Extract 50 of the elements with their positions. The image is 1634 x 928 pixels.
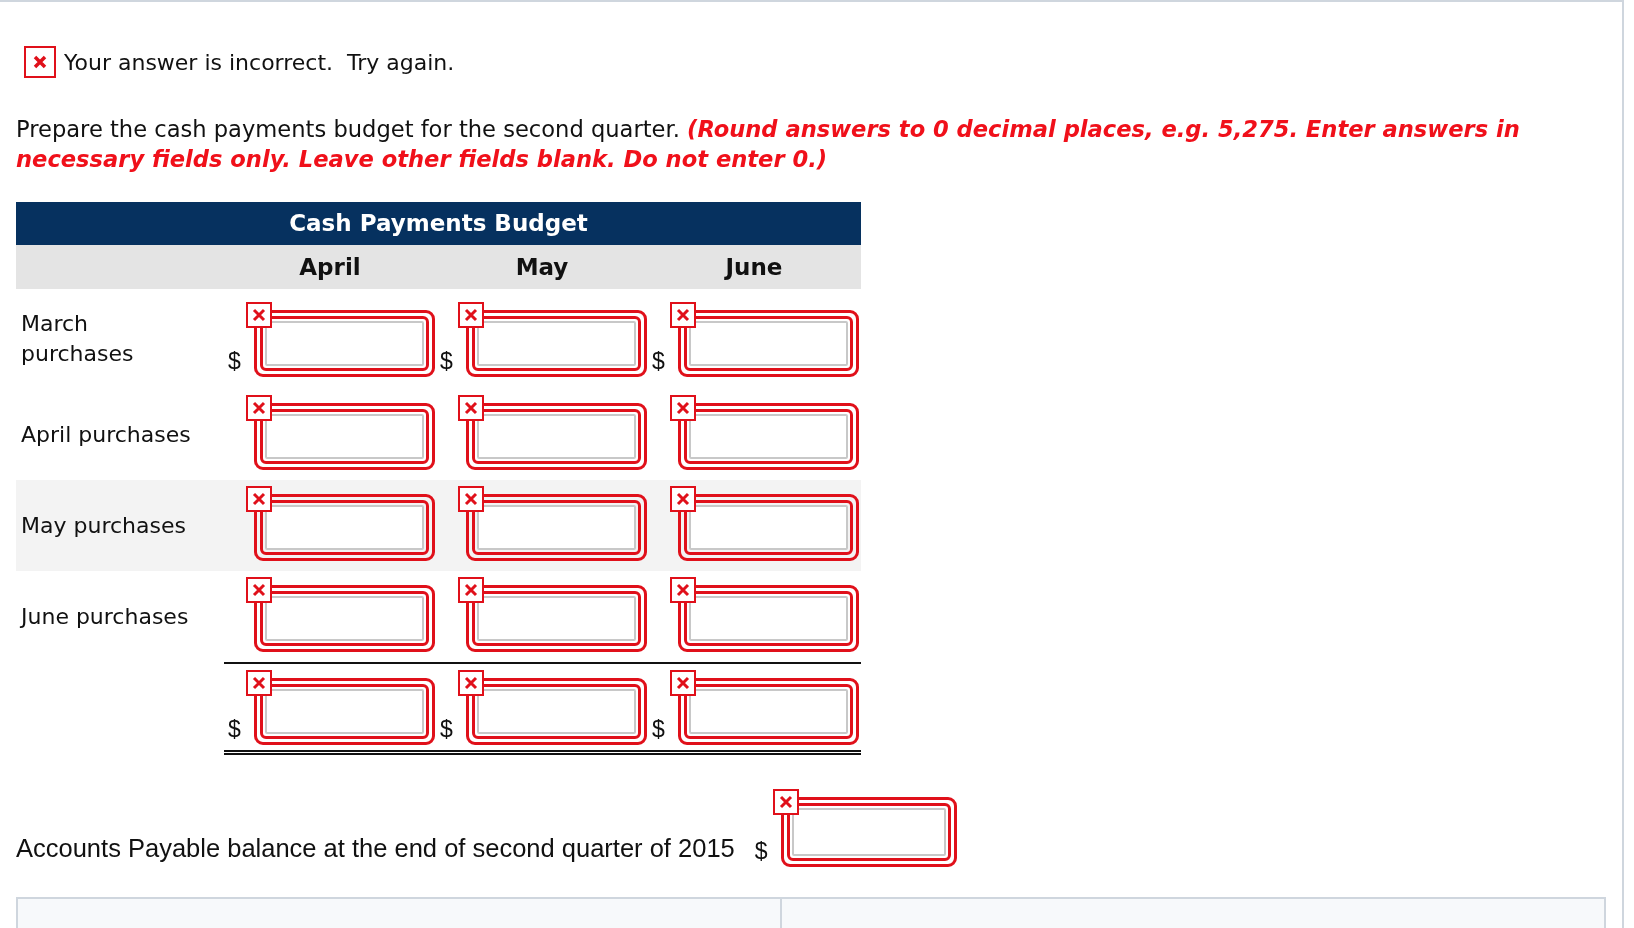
row-label: May purchases xyxy=(20,511,187,540)
answer-field[interactable] xyxy=(466,309,647,377)
error-icon xyxy=(246,669,272,696)
field-label: Accounts Payable balance at the end of second quarter of 2015 xyxy=(16,834,735,864)
error-icon xyxy=(458,301,484,328)
error-icon xyxy=(246,576,272,603)
answer-field[interactable] xyxy=(466,584,647,652)
answer-field[interactable] xyxy=(678,493,859,561)
error-icon xyxy=(458,669,484,696)
row-label: March purchases xyxy=(20,310,135,368)
table-title: Cash Payments Budget xyxy=(16,202,861,245)
error-icon xyxy=(670,485,696,512)
currency-sign: $ xyxy=(228,349,242,376)
feedback-message: Your answer is incorrect. Try again. xyxy=(64,49,455,75)
error-icon xyxy=(670,394,696,421)
error-icon xyxy=(670,301,696,328)
answer-field[interactable] xyxy=(466,493,647,561)
currency-sign: $ xyxy=(440,349,454,376)
currency-sign: $ xyxy=(440,717,454,744)
answer-field[interactable] xyxy=(780,797,957,867)
error-icon xyxy=(458,576,484,603)
currency-sign: $ xyxy=(652,349,666,376)
error-icon xyxy=(458,485,484,512)
error-icon xyxy=(246,485,272,512)
answer-field[interactable] xyxy=(254,402,435,470)
answer-field[interactable] xyxy=(678,584,859,652)
column-header: April xyxy=(298,254,362,280)
answer-field[interactable] xyxy=(466,402,647,470)
answer-field[interactable] xyxy=(254,584,435,652)
row-label: June purchases xyxy=(19,602,190,631)
instruction-text: Prepare the cash payments budget for the second quarter. (Round answers to 0 decimal places, e.g. 5,275. Enter answers in necessary fields only. Leave other fields blank. Do not enter 0.) xyxy=(16,115,1521,174)
row-label: April purchases xyxy=(20,420,192,449)
currency-sign: $ xyxy=(228,717,242,744)
answer-field[interactable] xyxy=(466,677,647,745)
answer-field[interactable] xyxy=(678,677,859,745)
error-icon xyxy=(246,301,272,328)
answer-field[interactable] xyxy=(254,309,435,377)
answer-field[interactable] xyxy=(678,309,859,377)
error-icon xyxy=(458,394,484,421)
answer-field[interactable] xyxy=(254,493,435,561)
currency-sign: $ xyxy=(652,717,666,744)
column-header: May xyxy=(514,254,570,280)
currency-sign: $ xyxy=(754,840,769,866)
answer-field[interactable] xyxy=(254,677,435,745)
error-icon xyxy=(670,576,696,603)
error-icon xyxy=(670,669,696,696)
error-icon xyxy=(246,394,272,421)
answer-field[interactable] xyxy=(678,402,859,470)
column-header: June xyxy=(723,254,784,280)
error-icon xyxy=(772,789,799,815)
